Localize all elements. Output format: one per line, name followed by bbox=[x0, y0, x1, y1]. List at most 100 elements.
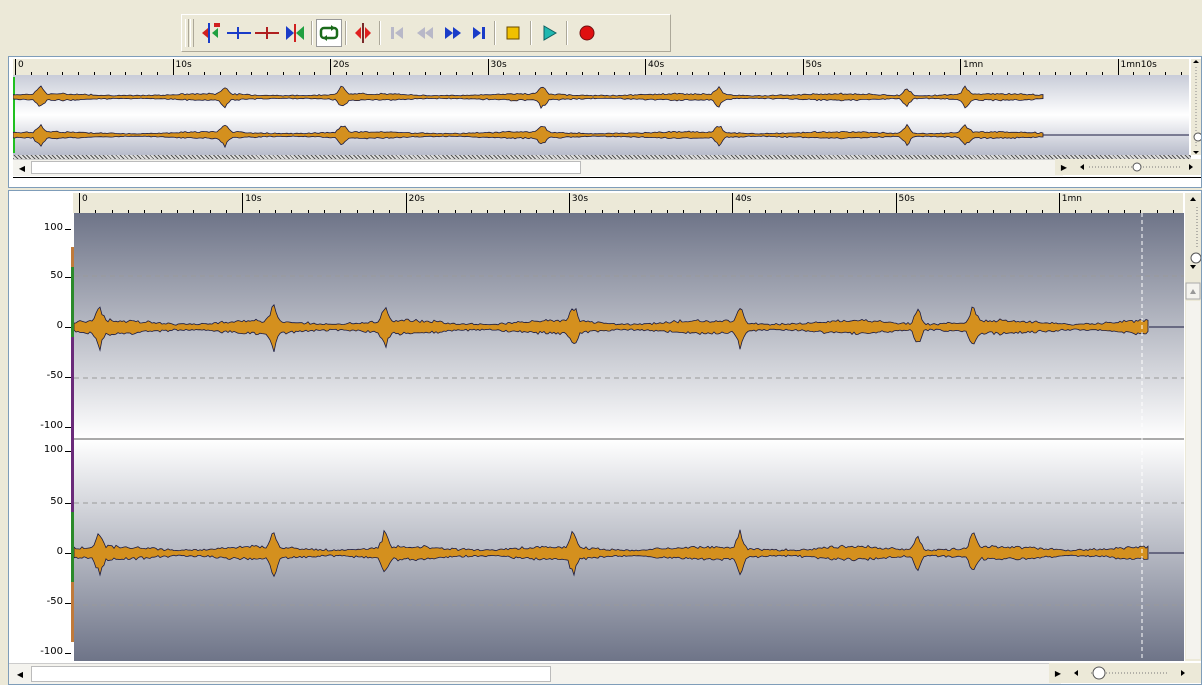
stop-button[interactable] bbox=[500, 19, 526, 47]
ruler-label: 20s bbox=[408, 194, 425, 204]
ruler-major-tick bbox=[802, 59, 804, 75]
toolbar-separator bbox=[566, 21, 568, 45]
marker-blue-button[interactable] bbox=[226, 19, 252, 47]
ruler-major-tick bbox=[1058, 193, 1060, 213]
marker-range-button[interactable] bbox=[282, 19, 308, 47]
overview-horizontal-scrollbar[interactable]: ◀ bbox=[13, 159, 1063, 176]
transport-toolbar bbox=[181, 14, 671, 52]
insert-marker-icon bbox=[202, 23, 220, 43]
overview-vertical-zoom[interactable] bbox=[1191, 59, 1202, 155]
ruler-label: 40s bbox=[648, 60, 665, 70]
scroll-right-icon[interactable]: ▶ bbox=[1051, 666, 1065, 680]
ruler-major-tick bbox=[242, 193, 244, 213]
overview-scroll-thumb[interactable] bbox=[31, 161, 581, 174]
loop-button[interactable] bbox=[316, 19, 342, 47]
marker-range-icon bbox=[286, 24, 304, 42]
marker-blue-icon bbox=[227, 27, 251, 39]
vertical-zoom-slider-icon bbox=[1193, 60, 1202, 154]
overview-zoom-control[interactable]: ▶ bbox=[1055, 159, 1201, 175]
y-axis-label: 100 bbox=[43, 444, 63, 455]
toolbar-grip[interactable] bbox=[185, 19, 189, 47]
overview-time-ruler[interactable]: 0 10s 20s 30s 40s 50s 1mn 1mn10s bbox=[13, 59, 1189, 75]
playhead-marker[interactable] bbox=[13, 77, 15, 153]
overview-panel: 0 10s 20s 30s 40s 50s 1mn 1mn10s ◀ ▶ bbox=[8, 56, 1202, 188]
y-axis-label: -100 bbox=[40, 420, 63, 431]
y-axis-label: 50 bbox=[50, 270, 63, 281]
fast-forward-icon bbox=[445, 27, 461, 39]
toolbar-separator bbox=[494, 21, 496, 45]
detail-waveform[interactable] bbox=[74, 213, 1184, 661]
ruler-major-tick bbox=[960, 59, 961, 75]
ruler-label: 0 bbox=[82, 194, 88, 204]
ruler-major-tick bbox=[645, 59, 646, 75]
detail-vertical-scrollbar[interactable] bbox=[1185, 193, 1202, 661]
ruler-major-tick bbox=[1117, 59, 1119, 75]
ruler-major-tick bbox=[15, 59, 16, 75]
insert-marker-button[interactable] bbox=[198, 19, 224, 47]
ruler-label: 20s bbox=[333, 60, 350, 70]
ruler-label: 0 bbox=[18, 60, 24, 70]
ruler-major-tick bbox=[405, 193, 407, 213]
vertical-zoom-slider-icon bbox=[1185, 197, 1202, 659]
horizontal-zoom-slider-icon bbox=[1080, 162, 1193, 172]
ruler-major-tick bbox=[895, 193, 897, 213]
y-axis-label: -50 bbox=[46, 596, 63, 607]
ruler-label: 10s bbox=[245, 194, 262, 204]
ruler-major-tick bbox=[172, 59, 174, 75]
record-icon bbox=[579, 25, 595, 41]
stop-icon bbox=[506, 26, 520, 40]
go-end-icon bbox=[473, 27, 485, 39]
ruler-major-tick bbox=[487, 59, 489, 75]
ruler-major-tick bbox=[568, 193, 570, 213]
play-button[interactable] bbox=[536, 19, 562, 47]
toolbar-separator bbox=[530, 21, 532, 45]
toolbar-grip[interactable] bbox=[190, 19, 194, 47]
y-axis-label: -50 bbox=[46, 370, 63, 381]
go-start-button[interactable] bbox=[384, 19, 410, 47]
scroll-left-icon[interactable]: ◀ bbox=[13, 667, 27, 681]
ruler-label: 50s bbox=[898, 194, 915, 204]
y-axis-label: 0 bbox=[56, 546, 63, 557]
y-axis-label: 0 bbox=[56, 320, 63, 331]
detail-time-ruler[interactable]: 0 10s 20s 30s 40s 50s 1mn bbox=[73, 193, 1183, 213]
detail-scroll-thumb[interactable] bbox=[31, 666, 551, 682]
marker-red-icon bbox=[255, 27, 279, 39]
marker-red-button[interactable] bbox=[254, 19, 280, 47]
detail-horizontal-scrollbar[interactable]: ◀ bbox=[9, 663, 1061, 684]
split-marker-icon bbox=[355, 23, 371, 43]
ruler-label: 50s bbox=[805, 60, 822, 70]
y-axis-label: 100 bbox=[43, 222, 63, 233]
record-button[interactable] bbox=[574, 19, 600, 47]
ruler-label: 30s bbox=[571, 194, 589, 204]
scroll-left-icon[interactable]: ◀ bbox=[15, 161, 29, 175]
ruler-label: 30s bbox=[490, 60, 507, 70]
y-axis-tick bbox=[65, 229, 71, 230]
loop-icon bbox=[319, 25, 339, 41]
detail-zoom-control[interactable]: ▶ bbox=[1049, 663, 1201, 683]
ruler-major-tick bbox=[330, 59, 331, 75]
ruler-label: 10s bbox=[175, 60, 192, 70]
detail-panel: 100 50 0 -50 -100 100 50 0 -50 -100 0 10s 20s 30s 40s… bbox=[8, 190, 1202, 685]
split-marker-button[interactable] bbox=[350, 19, 376, 47]
ruler-major-tick bbox=[79, 193, 80, 213]
overview-waveform[interactable] bbox=[13, 75, 1189, 155]
rewind-button[interactable] bbox=[412, 19, 438, 47]
rewind-icon bbox=[417, 27, 433, 39]
panel-divider bbox=[13, 177, 1201, 178]
play-icon bbox=[543, 25, 557, 41]
go-end-button[interactable] bbox=[466, 19, 492, 47]
toolbar-separator bbox=[345, 21, 347, 45]
scroll-right-icon[interactable]: ▶ bbox=[1057, 160, 1071, 174]
toolbar-separator bbox=[311, 21, 313, 45]
ruler-major-tick bbox=[732, 193, 734, 213]
y-axis-label: -100 bbox=[40, 646, 63, 657]
toolbar bbox=[0, 0, 1202, 52]
ruler-label: 1mn bbox=[1061, 194, 1082, 204]
y-axis-label: 50 bbox=[50, 496, 63, 507]
horizontal-zoom-slider-icon bbox=[1074, 666, 1185, 680]
fast-forward-button[interactable] bbox=[440, 19, 466, 47]
toolbar-separator bbox=[379, 21, 381, 45]
ruler-label: 40s bbox=[735, 194, 752, 204]
ruler-label: 1mn10s bbox=[1120, 60, 1157, 70]
ruler-label: 1mn bbox=[963, 60, 984, 70]
